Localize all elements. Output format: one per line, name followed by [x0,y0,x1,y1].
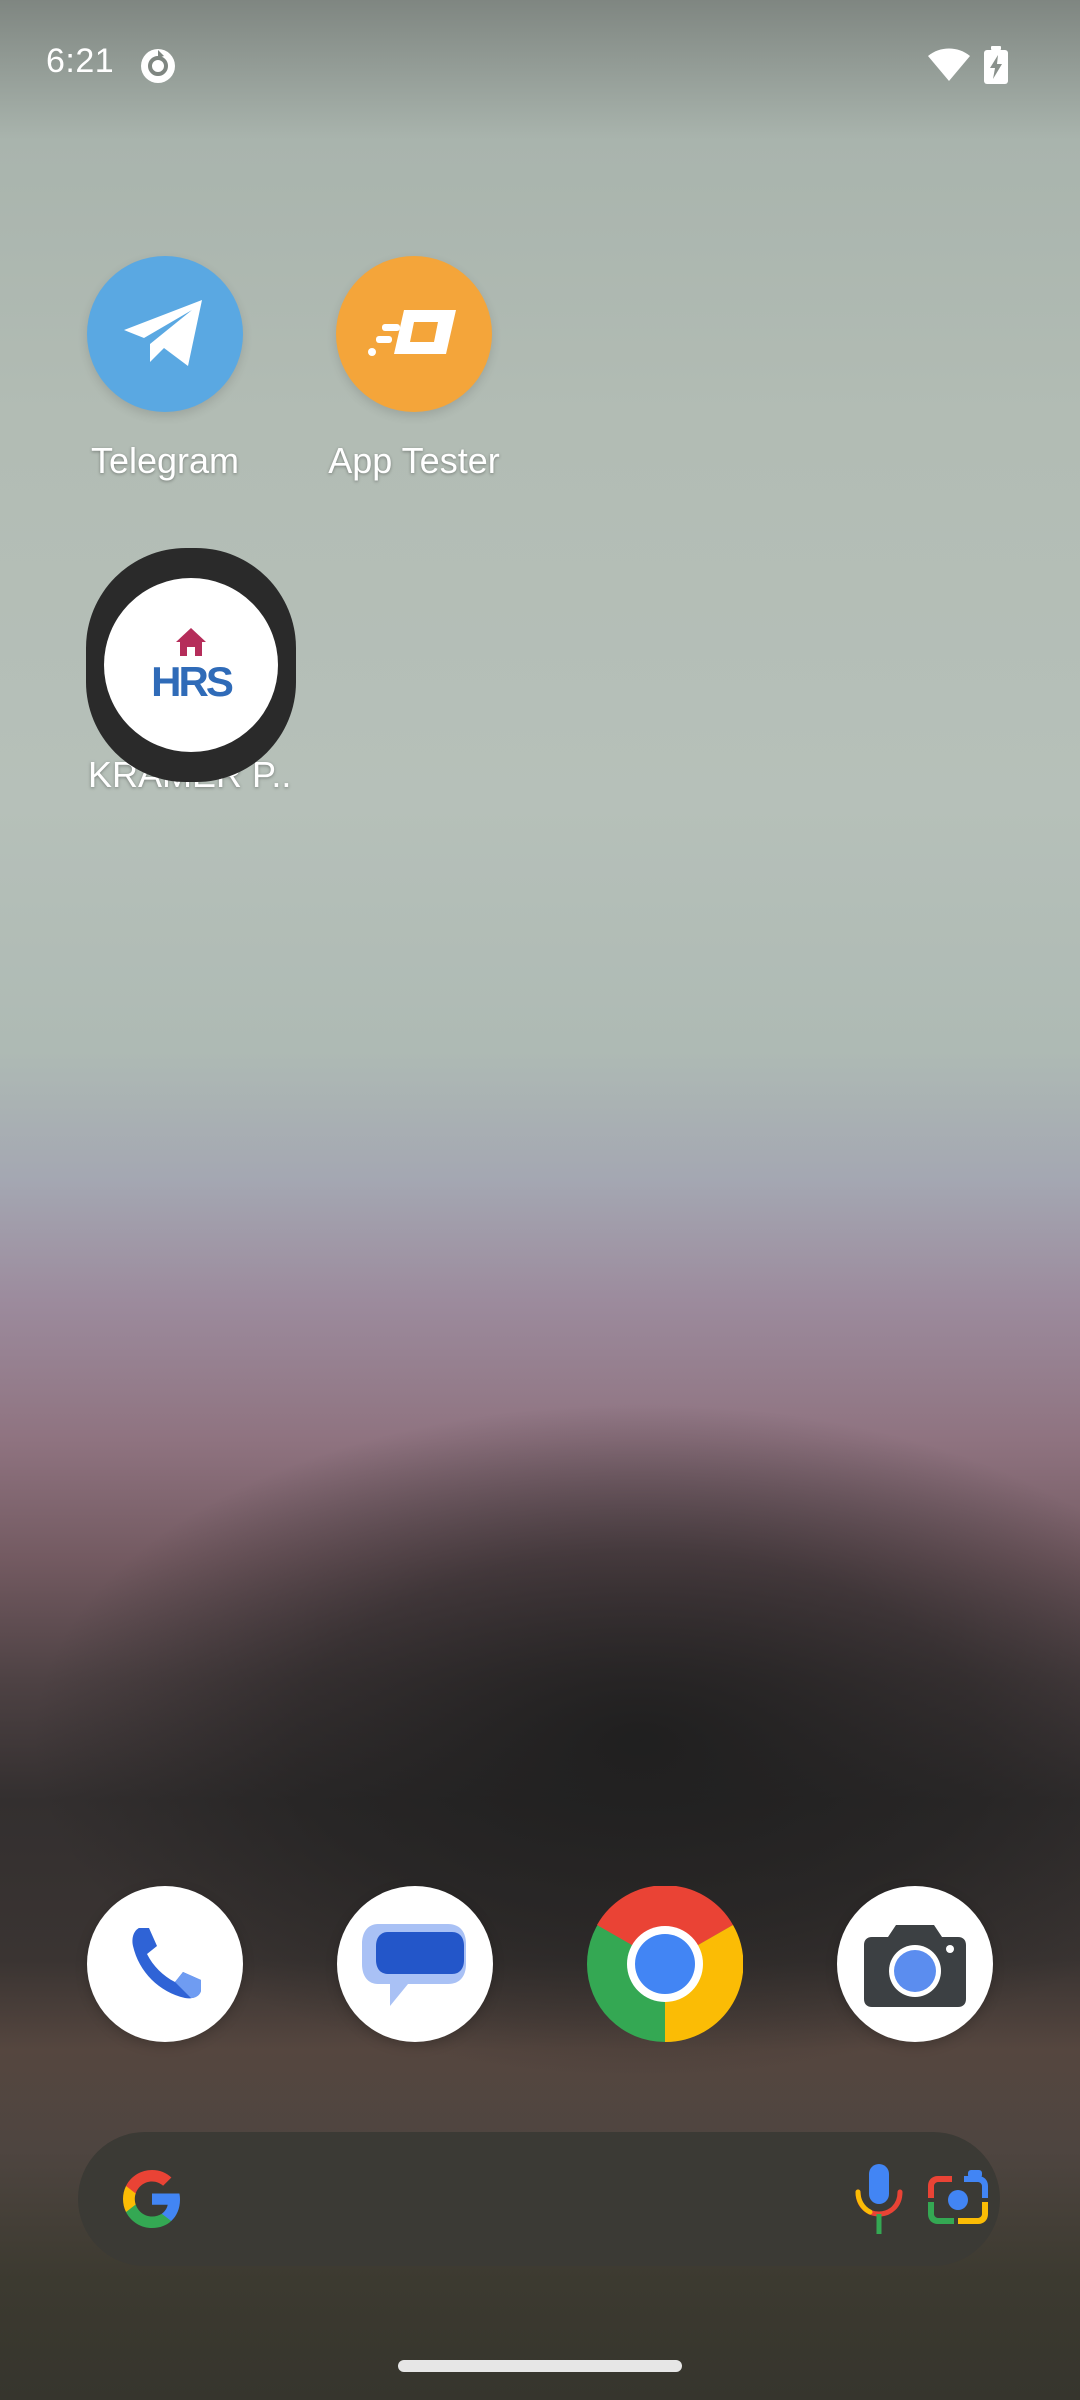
mic-icon[interactable] [848,2162,910,2236]
status-bar: 6:21 [0,0,1080,130]
home-screen: 6:21 Telegram App Tester HRS [0,0,1080,2400]
dock-messages[interactable] [337,1886,493,2042]
google-search-bar[interactable] [78,2132,1000,2266]
dock-chrome[interactable] [587,1886,743,2042]
dock-phone[interactable] [87,1886,243,2042]
status-time: 6:21 [46,42,115,80]
sync-app-icon [141,49,175,83]
wifi-icon [928,48,970,81]
app-tester[interactable]: App Tester [289,256,539,482]
dock-camera[interactable] [837,1886,993,2042]
app-label-telegram: Telegram [90,440,240,481]
messages-icon [362,1924,466,2006]
telegram-plane-glyph [124,300,202,366]
battery-charging-icon [984,46,1008,84]
phone-icon [132,1928,201,1999]
app-tester-icon[interactable] [336,256,492,412]
hrs-logo: HRS [151,628,236,705]
telegram-icon[interactable] [87,256,243,412]
hrs-logo-text: HRS [151,658,233,705]
app-telegram[interactable]: Telegram [40,256,290,482]
camera-icon [864,1925,966,2007]
lens-icon[interactable] [924,2170,992,2230]
google-g-icon [123,2170,180,2228]
gesture-nav-handle[interactable] [398,2360,682,2372]
app-label-app-tester: App Tester [328,440,500,481]
app-kramer-selected[interactable]: HRS [86,548,296,782]
chrome-icon [587,1886,743,2042]
hrs-icon[interactable]: HRS [104,578,278,752]
app-tester-glyph [368,310,456,356]
